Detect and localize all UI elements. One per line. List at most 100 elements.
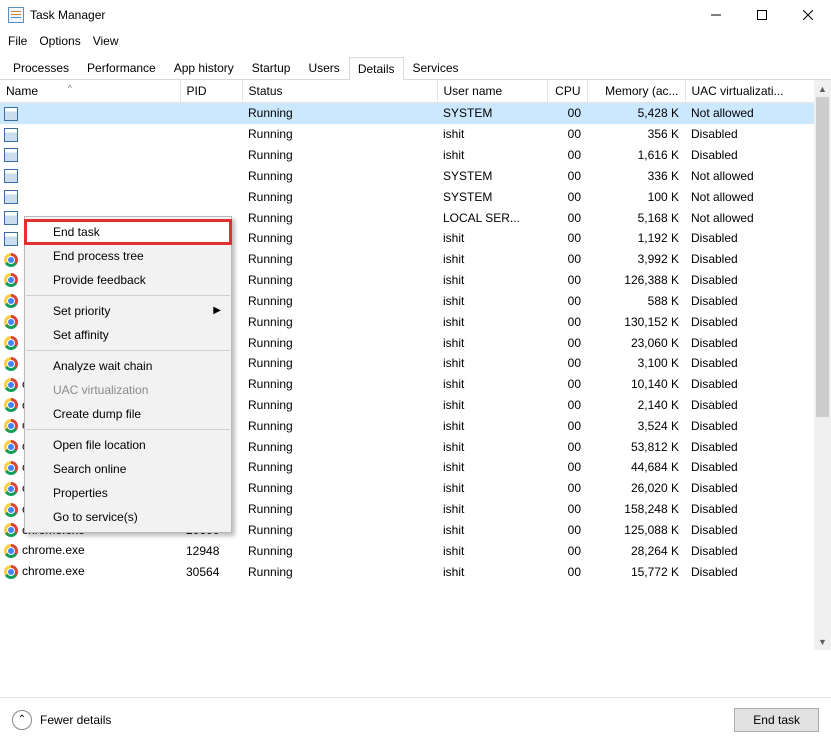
cell-uac: Disabled — [685, 457, 831, 478]
col-status[interactable]: Status — [242, 80, 437, 103]
chrome-icon — [4, 315, 18, 329]
tab-app-history[interactable]: App history — [165, 56, 243, 79]
menu-options[interactable]: Options — [39, 34, 80, 48]
tab-services[interactable]: Services — [404, 56, 468, 79]
cell-uac: Disabled — [685, 228, 831, 249]
cell-user: ishit — [437, 540, 547, 561]
table-row[interactable]: RunningSYSTEM00336 KNot allowed — [0, 165, 831, 186]
cell-memory: 356 K — [587, 124, 685, 145]
cell-uac: Disabled — [685, 499, 831, 520]
cell-status: Running — [242, 540, 437, 561]
cell-memory: 158,248 K — [587, 499, 685, 520]
end-task-button[interactable]: End task — [734, 708, 819, 732]
cell-user: ishit — [437, 290, 547, 311]
table-row[interactable]: Runningishit00356 KDisabled — [0, 124, 831, 145]
cell-user: ishit — [437, 353, 547, 374]
cell-cpu: 00 — [547, 436, 587, 457]
tab-processes[interactable]: Processes — [4, 56, 78, 79]
process-window-icon — [4, 169, 18, 183]
table-row[interactable]: RunningSYSTEM00100 KNot allowed — [0, 186, 831, 207]
menu-properties[interactable]: Properties — [25, 481, 231, 505]
col-pid[interactable]: PID — [180, 80, 242, 103]
tab-startup[interactable]: Startup — [243, 56, 300, 79]
menu-separator — [26, 350, 230, 351]
scroll-down-arrow-icon[interactable]: ▼ — [814, 633, 831, 650]
menu-end-task[interactable]: End task — [25, 220, 231, 244]
table-row[interactable]: chrome.exe30564Runningishit0015,772 KDis… — [0, 561, 831, 582]
cell-cpu: 00 — [547, 228, 587, 249]
cell-memory: 23,060 K — [587, 332, 685, 353]
chrome-icon — [4, 544, 18, 558]
menu-go-to-services[interactable]: Go to service(s) — [25, 505, 231, 529]
scrollbar-thumb[interactable] — [816, 97, 829, 417]
cell-memory: 336 K — [587, 165, 685, 186]
menu-search-online[interactable]: Search online — [25, 457, 231, 481]
maximize-button[interactable] — [739, 0, 785, 30]
menu-separator — [26, 429, 230, 430]
menu-create-dump-file[interactable]: Create dump file — [25, 402, 231, 426]
cell-user: ishit — [437, 436, 547, 457]
cell-cpu: 00 — [547, 499, 587, 520]
menu-analyze-wait-chain[interactable]: Analyze wait chain — [25, 354, 231, 378]
menu-view[interactable]: View — [93, 34, 119, 48]
minimize-button[interactable] — [693, 0, 739, 30]
fewer-details-label: Fewer details — [40, 713, 111, 727]
cell-uac: Disabled — [685, 124, 831, 145]
cell-uac: Disabled — [685, 561, 831, 582]
cell-user: ishit — [437, 499, 547, 520]
col-name[interactable]: Name^ — [0, 80, 180, 103]
tab-performance[interactable]: Performance — [78, 56, 165, 79]
cell-status: Running — [242, 457, 437, 478]
menu-uac-virtualization: UAC virtualization — [25, 378, 231, 402]
chrome-icon — [4, 461, 18, 475]
tab-users[interactable]: Users — [299, 56, 348, 79]
cell-user: ishit — [437, 478, 547, 499]
cell-uac: Disabled — [685, 415, 831, 436]
context-menu: End task End process tree Provide feedba… — [24, 216, 232, 533]
cell-uac: Disabled — [685, 270, 831, 291]
chrome-icon — [4, 565, 18, 579]
menu-set-priority[interactable]: Set priority▶ — [25, 299, 231, 323]
cell-memory: 44,684 K — [587, 457, 685, 478]
menu-end-process-tree[interactable]: End process tree — [25, 244, 231, 268]
cell-user: LOCAL SER... — [437, 207, 547, 228]
vertical-scrollbar[interactable]: ▲ ▼ — [814, 80, 831, 650]
table-row[interactable]: chrome.exe12948Runningishit0028,264 KDis… — [0, 540, 831, 561]
cell-uac: Disabled — [685, 520, 831, 541]
cell-uac: Not allowed — [685, 103, 831, 124]
menu-file[interactable]: File — [8, 34, 27, 48]
cell-uac: Disabled — [685, 436, 831, 457]
cell-status: Running — [242, 124, 437, 145]
scroll-up-arrow-icon[interactable]: ▲ — [814, 80, 831, 97]
menu-set-affinity[interactable]: Set affinity — [25, 323, 231, 347]
cell-status: Running — [242, 561, 437, 582]
col-memory[interactable]: Memory (ac... — [587, 80, 685, 103]
table-row[interactable]: RunningSYSTEM005,428 KNot allowed — [0, 103, 831, 124]
cell-status: Running — [242, 290, 437, 311]
cell-user: SYSTEM — [437, 186, 547, 207]
cell-cpu: 00 — [547, 374, 587, 395]
cell-uac: Disabled — [685, 540, 831, 561]
cell-uac: Disabled — [685, 290, 831, 311]
cell-memory: 588 K — [587, 290, 685, 311]
chrome-icon — [4, 253, 18, 267]
cell-cpu: 00 — [547, 311, 587, 332]
cell-uac: Not allowed — [685, 165, 831, 186]
cell-user: ishit — [437, 561, 547, 582]
menu-open-file-location[interactable]: Open file location — [25, 433, 231, 457]
close-button[interactable] — [785, 0, 831, 30]
col-user[interactable]: User name — [437, 80, 547, 103]
fewer-details-button[interactable]: ⌃ Fewer details — [12, 710, 111, 730]
cell-uac: Disabled — [685, 311, 831, 332]
col-uac[interactable]: UAC virtualizati... — [685, 80, 831, 103]
table-row[interactable]: Runningishit001,616 KDisabled — [0, 145, 831, 166]
titlebar: Task Manager — [0, 0, 831, 30]
chrome-icon — [4, 336, 18, 350]
cell-uac: Disabled — [685, 332, 831, 353]
menu-provide-feedback[interactable]: Provide feedback — [25, 268, 231, 292]
tab-details[interactable]: Details — [349, 57, 404, 80]
sort-asc-icon: ^ — [68, 84, 72, 93]
col-cpu[interactable]: CPU — [547, 80, 587, 103]
cell-memory: 2,140 K — [587, 395, 685, 416]
cell-cpu: 00 — [547, 395, 587, 416]
